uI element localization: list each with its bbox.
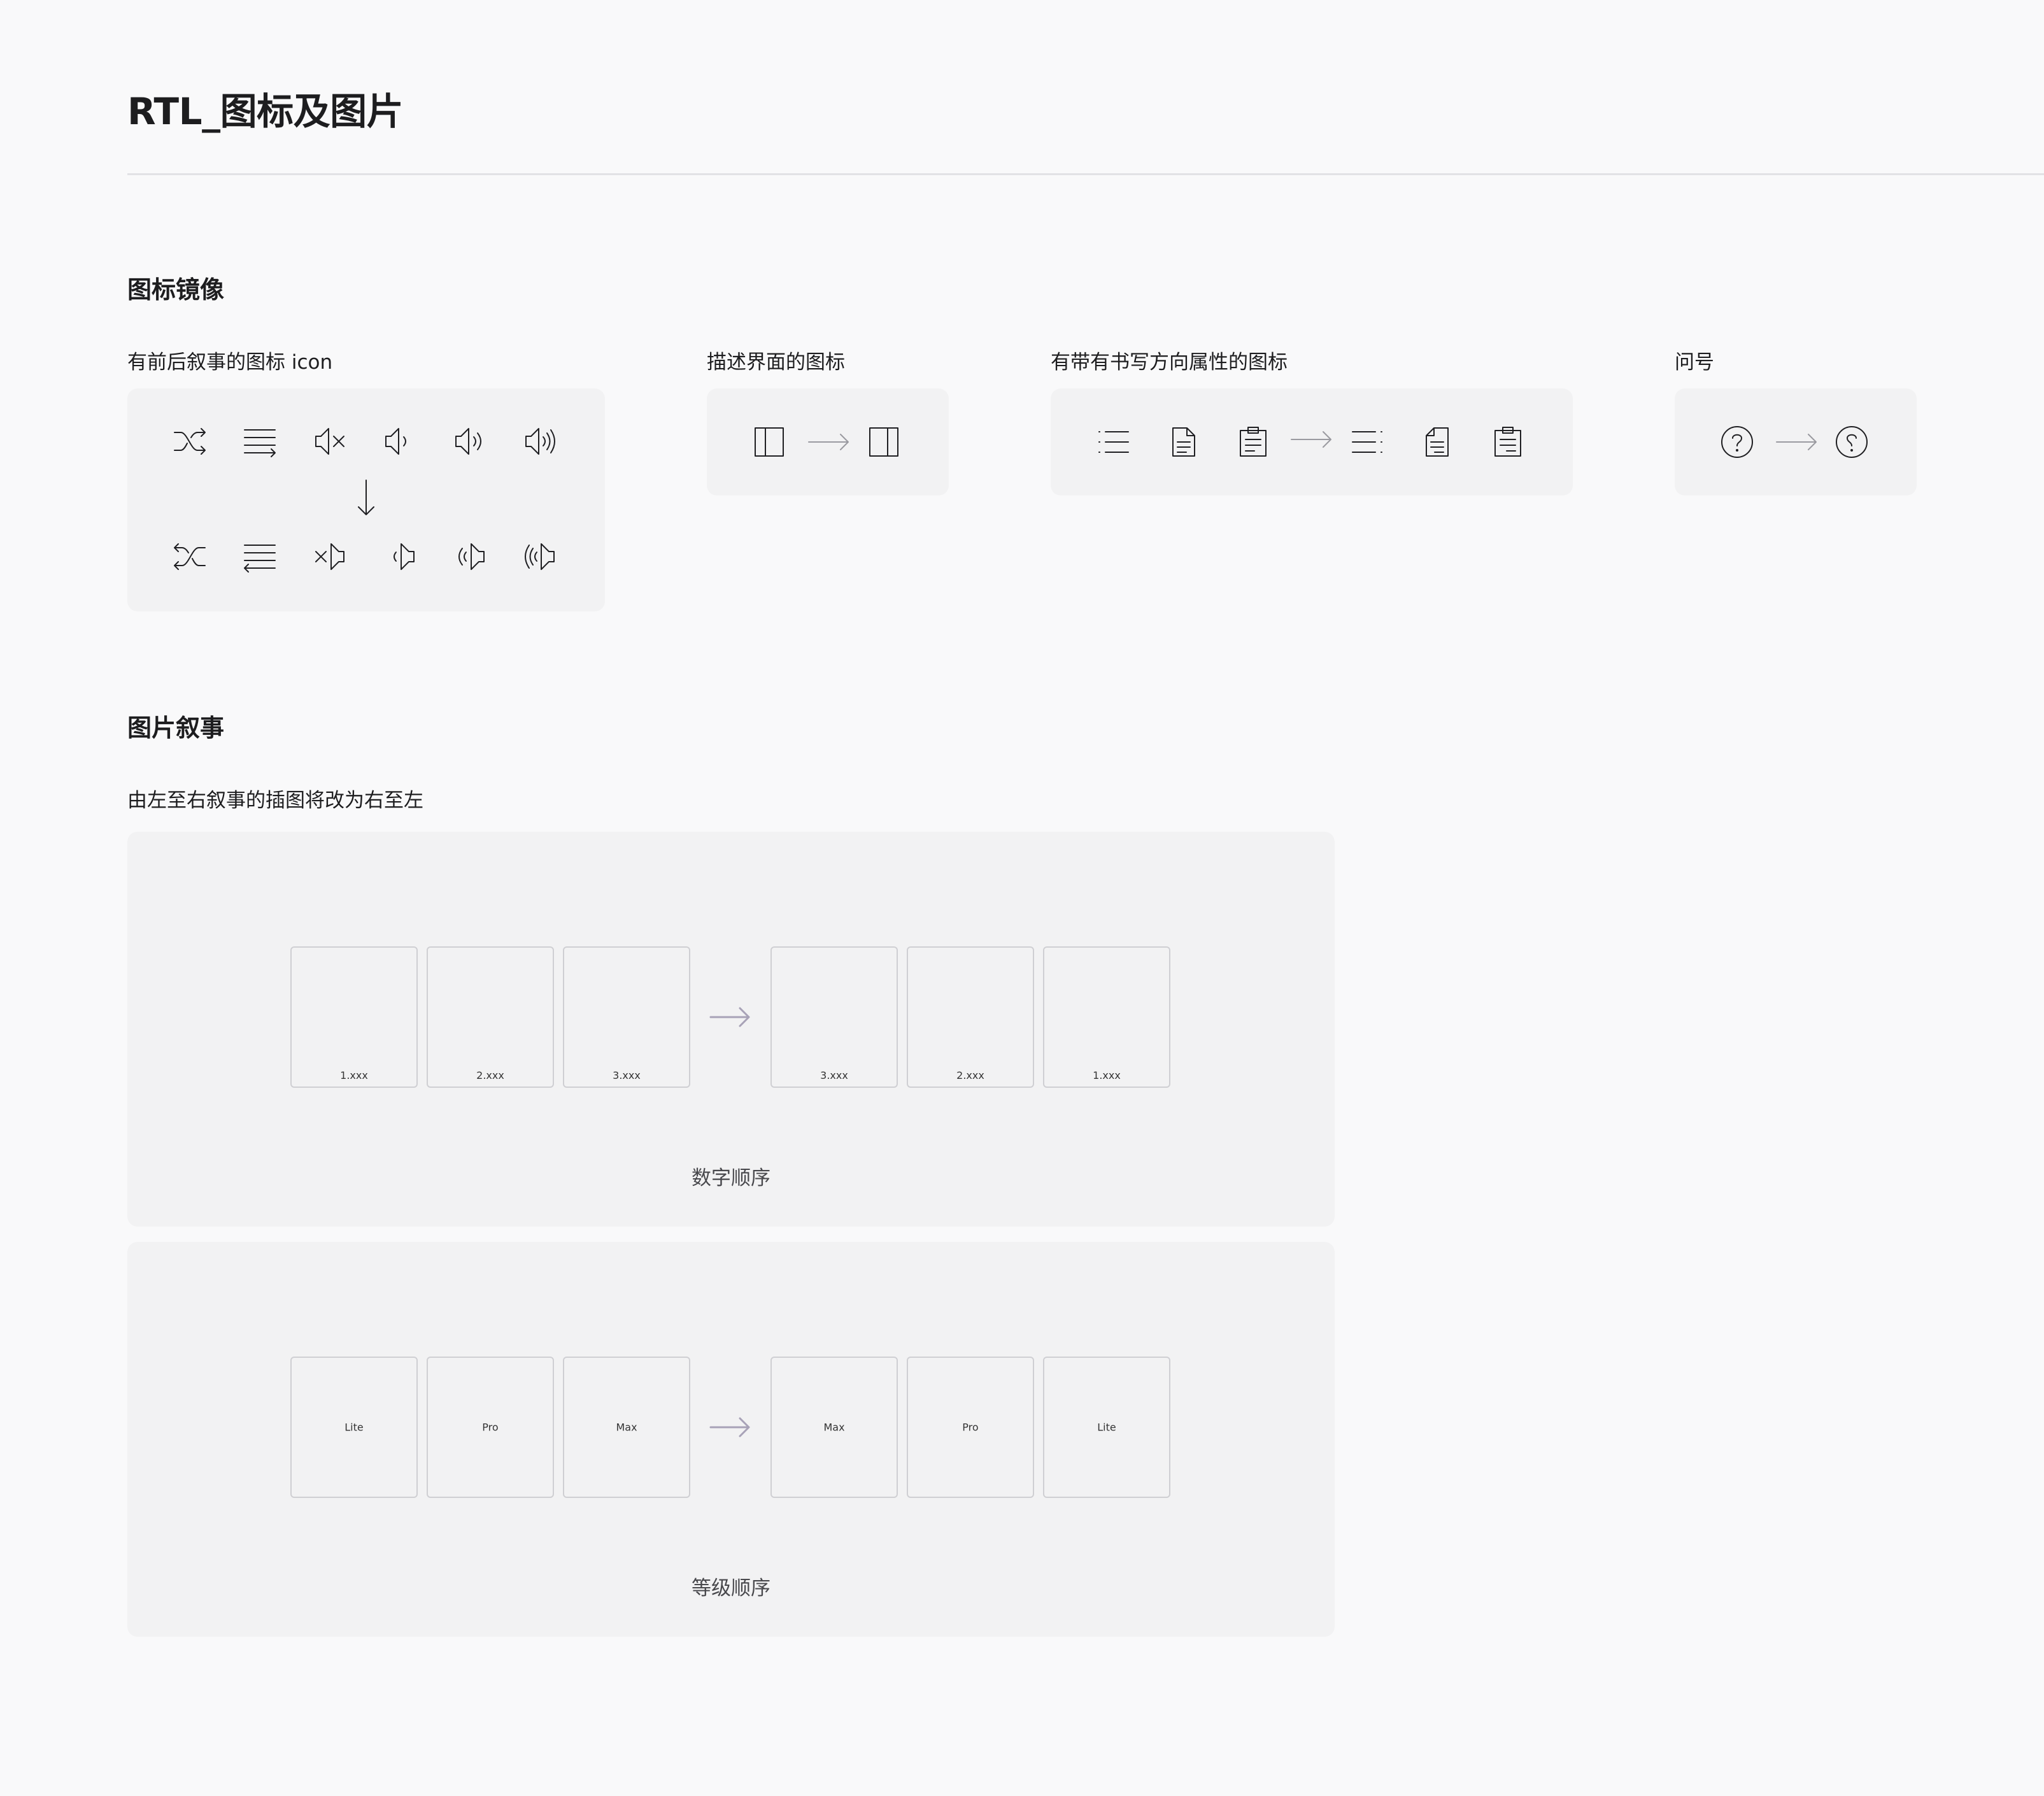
tier-order-panel: Lite Pro Max Max Pro Lite 等级顺序 — [127, 1242, 1335, 1637]
page-title: RTL_图标及图片 — [127, 90, 404, 133]
image-card: Pro — [427, 1357, 554, 1498]
image-card-label: 2.xxx — [476, 1069, 504, 1081]
group-writing-direction-label: 有带有书写方向属性的图标 — [1051, 351, 1288, 374]
question-circle-rtl-icon — [1836, 426, 1868, 458]
volume-mute-icon — [312, 424, 344, 459]
panel-caption: 等级顺序 — [692, 1577, 770, 1600]
clipboard-rtl-icon — [1490, 424, 1526, 460]
image-card: Lite — [290, 1357, 418, 1498]
numeric-order-panel: 1.xxx 2.xxx 3.xxx 3.xxx 2.xxx 1.xxx 数字顺序 — [127, 832, 1335, 1227]
image-card: 3.xxx — [770, 946, 898, 1088]
image-card-label: Lite — [1097, 1421, 1116, 1434]
sidebar-left-icon — [755, 427, 784, 457]
volume-low-mirrored-icon — [394, 539, 418, 574]
image-section-description: 由左至右叙事的插图将改为右至左 — [127, 789, 423, 812]
list-flow-icon — [242, 424, 278, 459]
arrow-right-icon — [1776, 434, 1817, 450]
arrow-right-icon — [808, 434, 849, 450]
group-narrative-label: 有前后叙事的图标 icon — [127, 351, 333, 374]
list-flow-mirrored-icon — [242, 539, 278, 574]
image-card-label: 1.xxx — [1093, 1069, 1121, 1081]
shuffle-icon — [172, 424, 208, 459]
group-question-mark-label: 问号 — [1675, 351, 1714, 374]
image-section-title: 图片叙事 — [127, 714, 225, 742]
document-rtl-icon — [1420, 424, 1456, 460]
interface-icons-panel — [707, 388, 949, 495]
image-card: 2.xxx — [427, 946, 554, 1088]
sidebar-right-icon — [869, 427, 898, 457]
image-card: Max — [563, 1357, 690, 1498]
volume-medium-icon — [452, 424, 481, 459]
volume-medium-mirrored-icon — [458, 539, 488, 574]
shuffle-mirrored-icon — [172, 539, 208, 574]
image-card: Lite — [1043, 1357, 1170, 1498]
image-card: Max — [770, 1357, 898, 1498]
icon-section-title: 图标镜像 — [127, 276, 225, 304]
image-card: 1.xxx — [290, 946, 418, 1088]
image-card-label: 3.xxx — [613, 1069, 641, 1081]
bullet-list-icon — [1095, 424, 1131, 460]
image-card-label: 1.xxx — [340, 1069, 368, 1081]
image-card-label: Max — [616, 1421, 637, 1434]
image-card-label: Lite — [344, 1421, 364, 1434]
image-card: 3.xxx — [563, 946, 690, 1088]
title-divider — [127, 173, 2044, 175]
image-card-label: Max — [823, 1421, 845, 1434]
narrative-icons-panel — [127, 388, 605, 611]
image-card: 2.xxx — [907, 946, 1034, 1088]
writing-direction-icons-panel — [1051, 388, 1573, 495]
group-interface-label: 描述界面的图标 — [707, 351, 845, 374]
image-card-label: 2.xxx — [956, 1069, 984, 1081]
arrow-down-icon — [358, 480, 374, 515]
clipboard-icon — [1235, 424, 1271, 460]
image-card: Pro — [907, 1357, 1034, 1498]
arrow-right-icon — [709, 1007, 750, 1027]
volume-mute-mirrored-icon — [315, 539, 348, 574]
arrow-right-icon — [1291, 431, 1331, 448]
volume-low-icon — [382, 424, 406, 459]
question-circle-icon — [1721, 426, 1753, 458]
panel-caption: 数字顺序 — [692, 1167, 770, 1190]
arrow-right-icon — [709, 1417, 750, 1437]
bullet-list-rtl-icon — [1350, 424, 1386, 460]
image-card-label: Pro — [962, 1421, 979, 1434]
image-card-label: 3.xxx — [820, 1069, 848, 1081]
volume-high-mirrored-icon — [525, 539, 558, 574]
image-card-label: Pro — [482, 1421, 499, 1434]
document-icon — [1165, 424, 1201, 460]
image-card: 1.xxx — [1043, 946, 1170, 1088]
question-mark-icons-panel — [1675, 388, 1917, 495]
volume-high-icon — [522, 424, 555, 459]
